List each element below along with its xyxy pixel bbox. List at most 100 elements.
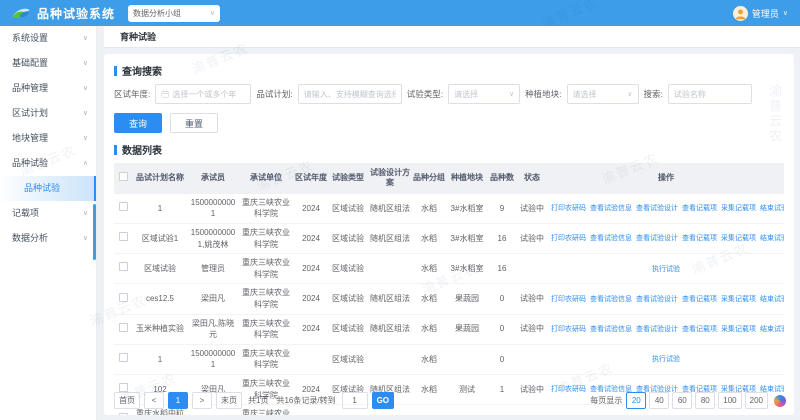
op-link[interactable]: 查看试验设计 (636, 326, 678, 333)
op-link[interactable]: 执行试验 (652, 356, 680, 363)
search-section-title: 查询搜索 (114, 63, 784, 78)
page-goto-input[interactable]: 1 (342, 392, 368, 409)
field-label: 试验类型: (407, 88, 443, 100)
op-link[interactable]: 采集记载项 (721, 296, 756, 303)
select-field-2[interactable]: 请选择∨ (448, 84, 520, 104)
tab-breeding-test[interactable]: 育种试验 (120, 30, 156, 43)
table-row: 玉米种植实验梁田凡,陈晓元重庆三峡农业科学院2024区域试验随机区组法水稻果蔬园… (114, 314, 784, 344)
sidebar-item-区试计划[interactable]: 区试计划∨ (0, 101, 96, 126)
cell-count: 0 (488, 284, 516, 314)
app-logo-icon (12, 6, 30, 21)
cell-group: 水稻 (412, 314, 446, 344)
sidebar-item-品种试验[interactable]: 品种试验∧ (0, 151, 96, 176)
op-link[interactable]: 查看试验信息 (590, 326, 632, 333)
select-all-checkbox[interactable] (119, 172, 128, 181)
op-link[interactable]: 结束试验 (760, 296, 784, 303)
cell-design: 随机区组法 (368, 284, 412, 314)
row-checkbox[interactable] (119, 232, 128, 241)
cell-tester: 梁田凡,陈晓元 (188, 314, 238, 344)
input-field-1[interactable]: 请输入、支持模糊查询选择 (298, 84, 402, 104)
op-link[interactable]: 采集记载项 (721, 205, 756, 212)
sidebar-item-系统设置[interactable]: 系统设置∨ (0, 26, 96, 51)
user-menu[interactable]: 管理员 ∨ (733, 6, 788, 21)
op-link[interactable]: 结束试验 (760, 326, 784, 333)
next-page-button[interactable]: > (192, 392, 212, 409)
cell-count: 0 (488, 314, 516, 344)
op-link[interactable]: 打印农研码 (551, 296, 586, 303)
page-size-option[interactable]: 80 (695, 392, 715, 409)
chevron-down-icon: ∨ (83, 126, 88, 151)
team-select[interactable]: 数据分析小组 ∨ (128, 5, 220, 22)
op-link[interactable]: 查看试验设计 (636, 296, 678, 303)
user-name: 管理员 (752, 7, 779, 20)
page-number-button[interactable]: 1 (168, 392, 188, 409)
op-link[interactable]: 采集记载项 (721, 235, 756, 242)
op-link[interactable]: 查看记载项 (682, 205, 717, 212)
sidebar-item-基础配置[interactable]: 基础配置∨ (0, 51, 96, 76)
op-link[interactable]: 查看记载项 (682, 296, 717, 303)
op-link[interactable]: 采集记载项 (721, 326, 756, 333)
go-button[interactable]: GO (372, 392, 394, 409)
placeholder-text: 请选择 (454, 89, 478, 100)
column-header: 承试单位 (238, 163, 294, 194)
sidebar-item-地块管理[interactable]: 地块管理∨ (0, 126, 96, 151)
op-link[interactable]: 结束试验 (760, 235, 784, 242)
op-link[interactable]: 结束试验 (760, 205, 784, 212)
first-page-button[interactable]: 首页 (114, 392, 140, 409)
page-size-option[interactable]: 200 (745, 392, 768, 409)
cell-operations: 执行试验 (548, 344, 784, 374)
cell-group: 水稻 (412, 194, 446, 224)
column-header: 区试年度 (294, 163, 328, 194)
op-link[interactable]: 查看记载项 (682, 235, 717, 242)
cell-count: 16 (488, 223, 516, 253)
input-field-0[interactable]: 选择一个或多个年 (155, 84, 251, 104)
page-size-option[interactable]: 20 (626, 392, 646, 409)
row-checkbox[interactable] (119, 202, 128, 211)
op-link[interactable]: 打印农研码 (551, 235, 586, 242)
page-size-option[interactable]: 100 (718, 392, 741, 409)
row-checkbox[interactable] (119, 323, 128, 332)
cell-design (368, 254, 412, 284)
page-size-option[interactable]: 40 (649, 392, 669, 409)
op-link[interactable]: 查看记载项 (682, 326, 717, 333)
cell-tester: 15000000001 (188, 194, 238, 224)
row-checkbox[interactable] (119, 413, 128, 415)
cell-design: 随机区组法 (368, 314, 412, 344)
op-link[interactable]: 执行试验 (652, 266, 680, 273)
query-button[interactable]: 查询 (114, 113, 162, 133)
list-section-title: 数据列表 (114, 142, 784, 157)
input-field-4[interactable]: 试验名称 (668, 84, 752, 104)
row-checkbox[interactable] (119, 383, 128, 392)
sidebar-item-数据分析[interactable]: 数据分析∨ (0, 226, 96, 251)
page-size-option[interactable]: 60 (672, 392, 692, 409)
row-checkbox[interactable] (119, 262, 128, 271)
prev-page-button[interactable]: < (144, 392, 164, 409)
sidebar-item-品种管理[interactable]: 品种管理∨ (0, 76, 96, 101)
op-link[interactable]: 打印农研码 (551, 326, 586, 333)
column-header: 试验设计方案 (368, 163, 412, 194)
sidebar-item-label: 记载项 (12, 201, 39, 226)
checkbox-cell (114, 254, 132, 284)
colorful-widget-icon[interactable] (774, 395, 786, 407)
reset-button[interactable]: 重置 (170, 113, 218, 133)
sidebar-item-记载项[interactable]: 记载项∨ (0, 201, 96, 226)
cell-count: 9 (488, 194, 516, 224)
sidebar-item-label: 品种试验 (12, 151, 48, 176)
op-link[interactable]: 查看试验设计 (636, 235, 678, 242)
op-link[interactable]: 打印农研码 (551, 205, 586, 212)
sidebar-subitem-品种试验[interactable]: 品种试验 (0, 176, 96, 201)
row-checkbox[interactable] (119, 353, 128, 362)
op-link[interactable]: 查看试验信息 (590, 235, 632, 242)
select-field-3[interactable]: 请选择∨ (567, 84, 639, 104)
cell-operations: 打印农研码查看试验信息查看试验设计查看记载项采集记载项结束试验 (548, 223, 784, 253)
cell-group: 水稻 (412, 344, 446, 374)
op-link[interactable]: 查看试验信息 (590, 296, 632, 303)
column-header: 承试员 (188, 163, 238, 194)
cell-count: 0 (488, 344, 516, 374)
sidebar-scrollbar-thumb[interactable] (93, 204, 96, 260)
row-checkbox[interactable] (119, 293, 128, 302)
op-link[interactable]: 查看试验设计 (636, 205, 678, 212)
last-page-button[interactable]: 末页 (216, 392, 242, 409)
table-header-row: 品试计划名称承试员承试单位区试年度试验类型试验设计方案品种分组种植地块品种数状态… (114, 163, 784, 194)
op-link[interactable]: 查看试验信息 (590, 205, 632, 212)
